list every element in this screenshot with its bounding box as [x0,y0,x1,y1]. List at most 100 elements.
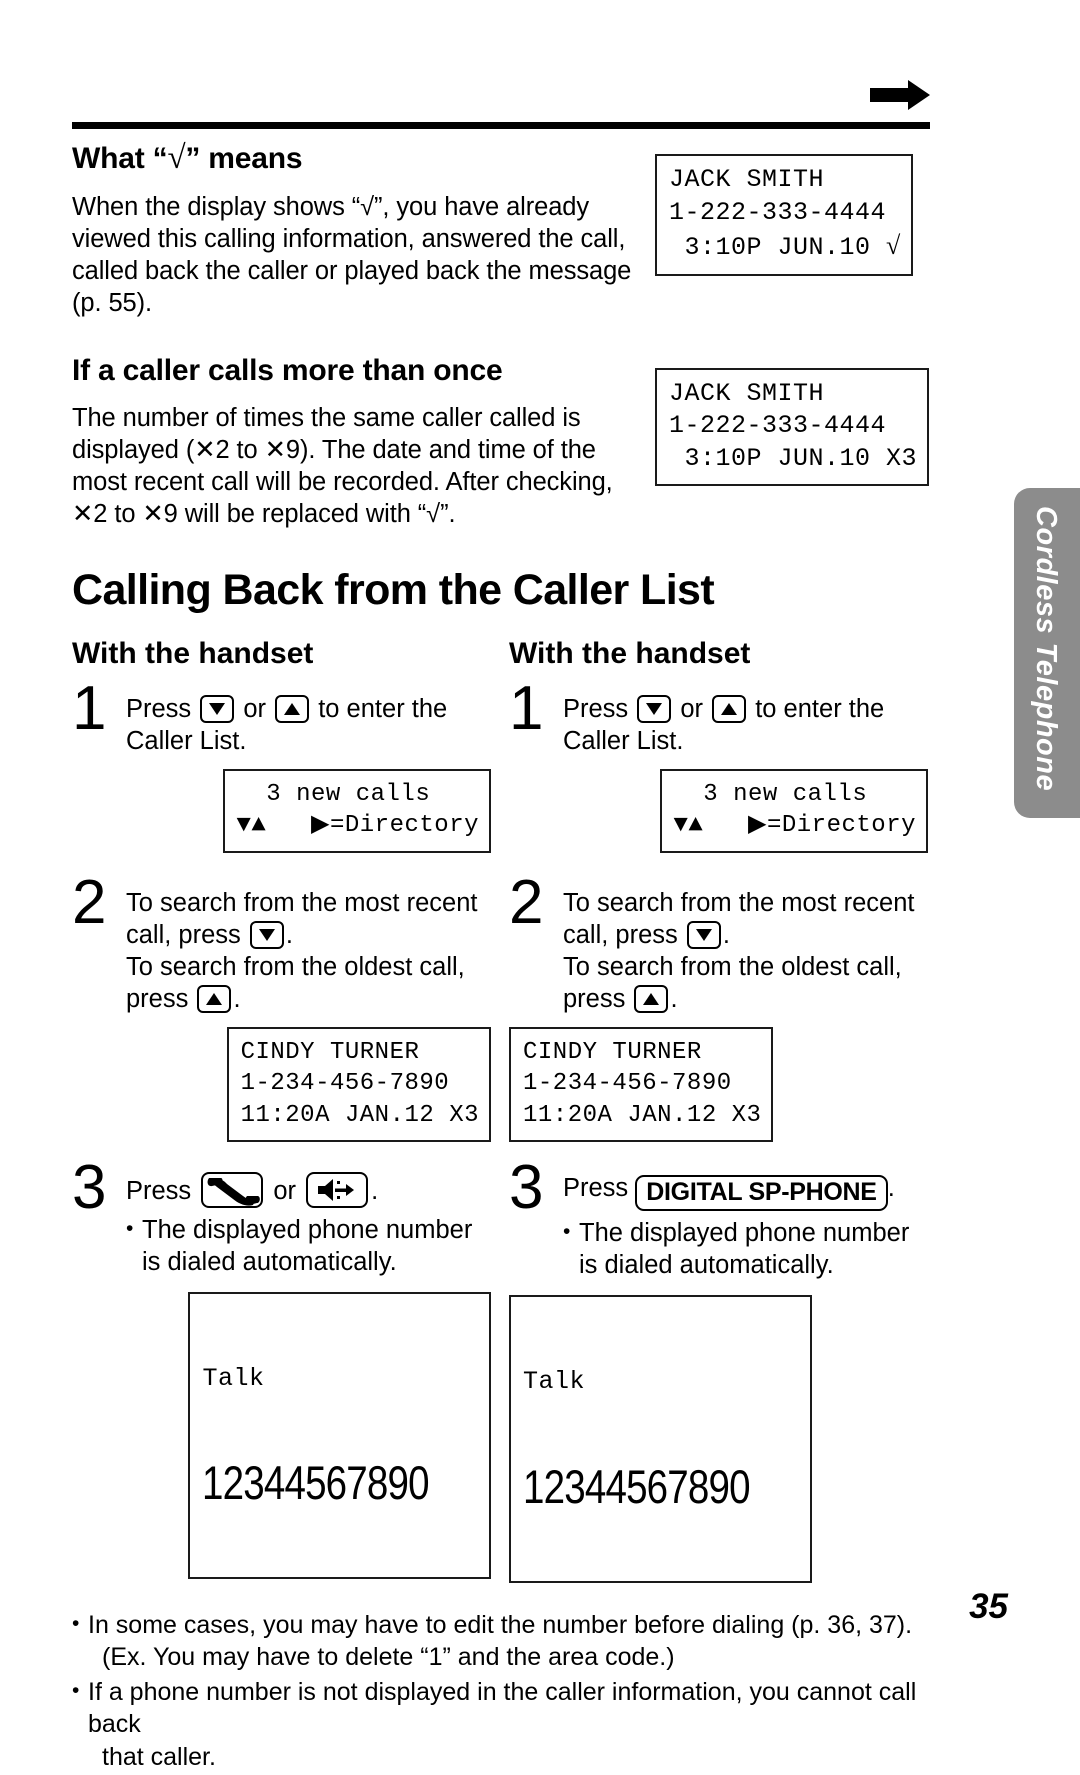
lcd-line-1: JACK SMITH [669,378,825,408]
step-text-before: Press [126,1176,199,1205]
page-title: Calling Back from the Caller List [72,566,715,614]
step-text-before: Press [126,695,199,723]
step-text: Press DIGITAL SP-PHONE. • The displayed … [563,1164,932,1284]
lcd-wrapper: 3 new calls ▼▲ ▶=Directory [509,769,932,853]
triangle-up-icon [284,703,301,715]
step-text: To search from the most recent call, pre… [563,879,932,1016]
lcd-display-jack-smith-x3: JACK SMITH 1-222-333-4444 3:10P JUN.10 X… [655,367,930,486]
lcd-display-jack-smith-check: JACK SMITH 1-222-333-4444 3:10P JUN.10 √ [655,154,913,276]
step-text-after: . [371,1176,379,1205]
step-number: 1 [72,674,107,743]
right-arrow-icon [870,78,930,112]
lcd-line-3: 3:10P JUN.10 [669,233,887,262]
down-arrow-key[interactable] [249,920,284,949]
heading-prefix: What “ [72,142,168,175]
step-bullet: • The displayed phone number is dialed a… [126,1214,495,1278]
column-subheading: With the handset [509,637,751,670]
page-content: What “√” means When the display shows “√… [72,140,932,1775]
section-what-check-means: What “√” means When the display shows “√… [72,140,932,320]
down-arrow-key[interactable] [200,695,235,723]
lcd-line-2: 12344567890 [202,1456,430,1510]
lcd-display-talk: Talk 12344567890 [509,1295,812,1583]
step-text-before: Press [563,1173,636,1202]
triangle-up-icon [206,993,223,1005]
lcd-display-cindy-turner: CINDY TURNER 1-234-456-7890 11:20A JAN.1… [226,1027,491,1142]
step-number: 2 [509,867,544,937]
heading-suffix: ” means [185,142,303,175]
lcd-display-talk: Talk 12344567890 [188,1291,491,1580]
down-arrow-key[interactable] [637,695,672,723]
lcd-line-1: Talk [523,1367,586,1397]
manual-page: Cordless Telephone What “√” means When t… [0,0,1080,1771]
lcd-wrapper: 3 new calls ▼▲ ▶=Directory [72,769,495,853]
procedure-columns: With the handset 1 Press or to enter the… [72,637,932,1583]
up-arrow-key[interactable] [275,695,310,723]
step-2: 2 To search from the most recent call, p… [72,867,495,1016]
side-tab-label: Cordless Telephone [1030,506,1062,792]
header-divider [72,122,930,129]
lcd-line-1: 3 new calls [236,781,431,809]
step-bullet-text: The displayed phone number is dialed aut… [579,1219,910,1280]
lcd-display-new-calls: 3 new calls ▼▲ ▶=Directory [659,769,928,853]
triangle-up-icon [721,703,738,715]
speakerphone-key[interactable] [306,1171,369,1208]
lcd-line-1: CINDY TURNER [240,1039,420,1067]
note-main: If a phone number is not displayed in th… [88,1677,917,1739]
triangle-down-icon [646,703,663,715]
lcd-line-1: Talk [202,1363,265,1393]
section-caller-calls-more-than-once: If a caller calls more than once The num… [72,354,932,531]
note-item: • If a phone number is not displayed in … [72,1676,932,1774]
lcd-display-cindy-turner: CINDY TURNER 1-234-456-7890 11:20A JAN.1… [509,1027,774,1142]
note-main: In some cases, you may have to edit the … [88,1610,913,1639]
step-2: 2 To search from the most recent call, p… [509,867,932,1016]
section-body-more-than-once: The number of times the same caller call… [72,403,613,528]
lcd-line-3: 11:20A JAN.12 X3 [240,1101,479,1129]
lcd-wrapper: Talk 12344567890 [72,1291,495,1580]
lcd-line-3: 11:20A JAN.12 X3 [523,1101,762,1129]
bullet-icon: • [126,1216,134,1240]
bullet-icon: • [72,1678,80,1702]
up-arrow-key[interactable] [634,985,669,1013]
note-text: In some cases, you may have to edit the … [88,1609,932,1674]
step-text-mid: . [722,920,730,949]
up-arrow-key[interactable] [712,695,747,723]
step-text: To search from the most recent call, pre… [126,879,495,1016]
lcd-wrapper: CINDY TURNER 1-234-456-7890 11:20A JAN.1… [72,1027,495,1142]
step-bullet: • The displayed phone number is dialed a… [563,1217,932,1281]
up-arrow-key[interactable] [197,985,232,1013]
note-item: • In some cases, you may have to edit th… [72,1609,932,1674]
triangle-up-icon [643,993,660,1005]
step-3: 3 Press or . • The displayed phone numbe… [72,1156,495,1280]
step-text-mid: or [236,695,274,723]
step-3: 3 Press DIGITAL SP-PHONE. • The displaye… [509,1152,932,1284]
lcd-line-2: 1-222-333-4444 [669,197,887,227]
lcd-wrapper: CINDY TURNER 1-234-456-7890 11:20A JAN.1… [509,1027,932,1142]
step-text-before: To search from the most recent call, pre… [563,888,915,949]
step-text-mid: . [285,920,293,949]
down-arrow-key[interactable] [686,920,721,949]
triangle-down-icon [695,928,712,941]
step-text-before: Press [563,695,636,723]
section-body-what-check-means: When the display shows “√”, you have alr… [72,193,632,318]
check-symbol-icon: √ [167,140,186,176]
step-text-before: To search from the most recent call, pre… [126,888,478,949]
page-number: 35 [969,1587,1008,1626]
lcd-line-2: 12344567890 [523,1459,751,1513]
digital-sp-phone-button[interactable]: DIGITAL SP-PHONE [635,1174,888,1212]
lcd-line-1: CINDY TURNER [523,1039,702,1067]
lcd-line-2: ▼▲ ▶=Directory [673,812,916,840]
handset-key[interactable] [201,1171,264,1208]
step-1: 1 Press or to enter the Caller List. [72,674,495,757]
step-text: Press or . • The displayed phone number … [126,1164,495,1280]
step-text-mid: or [673,695,711,723]
note-text: If a phone number is not displayed in th… [88,1676,932,1774]
step-number: 2 [72,867,107,937]
note-continuation: (Ex. You may have to delete “1” and the … [102,1643,675,1672]
lcd-wrapper: Talk 12344567890 [509,1295,932,1583]
lcd-line-2: ▼▲ ▶=Directory [236,812,479,840]
lcd-line-1: 3 new calls [673,781,868,809]
step-bullet-text: The displayed phone number is dialed aut… [142,1215,473,1276]
step-number: 3 [509,1152,544,1222]
section-heading-what-check-means: What “√” means [72,140,647,177]
side-tab-cordless-telephone: Cordless Telephone [1014,488,1080,818]
